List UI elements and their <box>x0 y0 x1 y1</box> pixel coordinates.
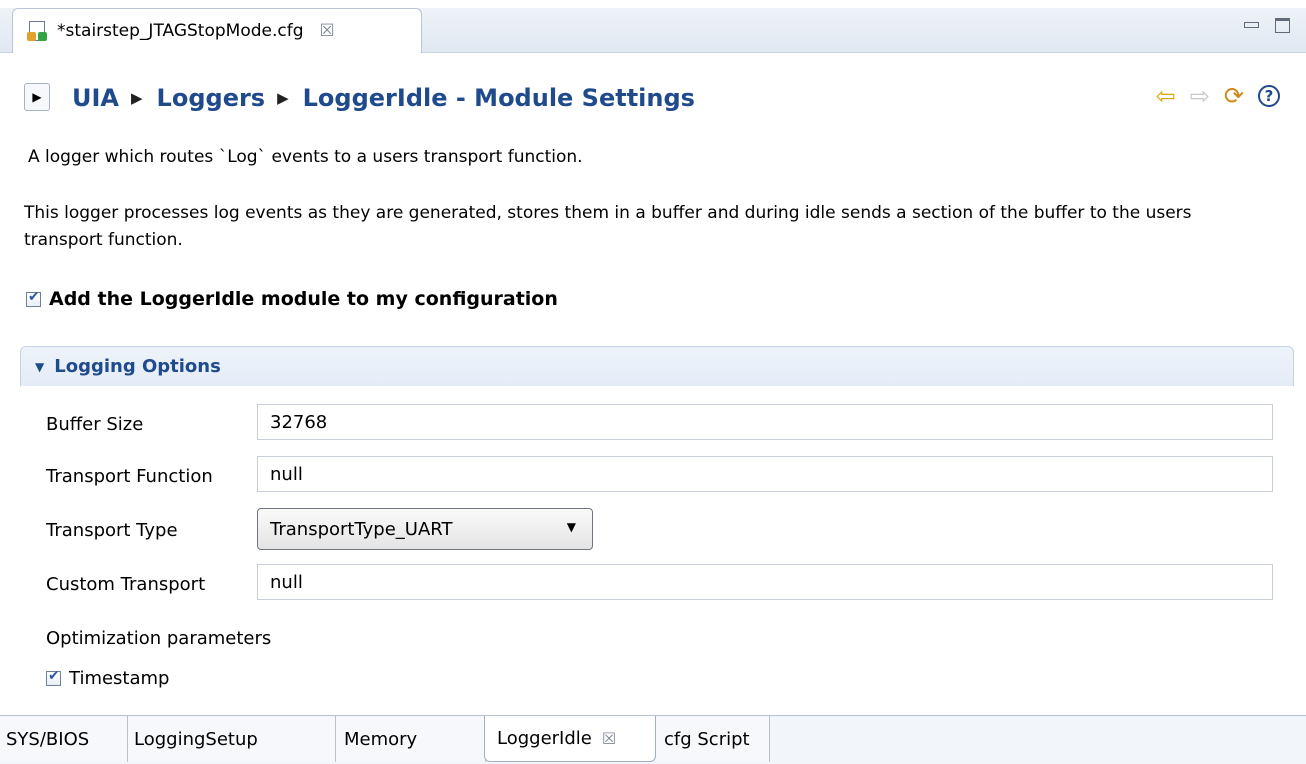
description-summary: A logger which routes `Log` events to a … <box>28 147 583 167</box>
transport-function-row: Transport Function <box>46 466 256 487</box>
enable-module-row[interactable]: Add the LoggerIdle module to my configur… <box>26 288 558 310</box>
enable-module-checkbox[interactable] <box>26 289 41 307</box>
minimize-icon[interactable] <box>1243 18 1259 34</box>
tab-logger-idle[interactable]: LoggerIdle ☒ <box>484 716 656 762</box>
breadcrumb-item-loggers[interactable]: Loggers <box>157 84 266 112</box>
tab-sys-bios[interactable]: SYS/BIOS <box>0 716 128 762</box>
tab-label: LoggingSetup <box>134 728 258 750</box>
maximize-icon[interactable] <box>1275 18 1290 33</box>
tab-memory[interactable]: Memory <box>336 716 486 762</box>
tab-label: Memory <box>344 728 418 750</box>
custom-transport-field[interactable]: null <box>257 564 1273 600</box>
transport-type-value: TransportType_UART <box>270 518 453 540</box>
section-title: Logging Options <box>54 356 221 377</box>
transport-function-field[interactable]: null <box>257 456 1273 492</box>
transport-function-label: Transport Function <box>46 466 213 487</box>
help-icon[interactable]: ? <box>1258 85 1280 107</box>
breadcrumb-separator-icon: ▶ <box>131 89 143 107</box>
logging-options-section: ▼ Logging Options Buffer Size 32768 Tran… <box>20 346 1294 716</box>
editor-tab-title: *stairstep_JTAGStopMode.cfg <box>57 21 304 41</box>
bottom-tab-bar: SYS/BIOS LoggingSetup Memory LoggerIdle … <box>0 715 1306 764</box>
timestamp-label: Timestamp <box>69 668 170 689</box>
forward-arrow-icon[interactable]: ⇨ <box>1190 80 1210 112</box>
optimization-parameters-label: Optimization parameters <box>46 628 272 649</box>
tab-label: cfg Script <box>664 728 750 750</box>
editor-tab-bar: *stairstep_JTAGStopMode.cfg ☒ <box>0 0 1306 76</box>
tab-logging-setup[interactable]: LoggingSetup <box>128 716 336 762</box>
back-arrow-icon[interactable]: ⇦ <box>1156 80 1176 112</box>
transport-type-select[interactable]: TransportType_UART ▼ <box>257 508 593 550</box>
timestamp-checkbox[interactable] <box>46 668 61 686</box>
timestamp-row[interactable]: Timestamp <box>46 668 169 689</box>
page-title: LoggerIdle - Module Settings <box>302 84 695 112</box>
refresh-icon[interactable]: ⟳ <box>1224 80 1244 112</box>
description-detail: This logger processes log events as they… <box>24 203 1192 250</box>
custom-transport-row: Custom Transport <box>46 574 256 595</box>
buffer-size-label: Buffer Size <box>46 414 144 435</box>
expand-collapse-icon[interactable]: ▼ <box>35 360 44 374</box>
breadcrumb: UIA ▶ Loggers ▶ LoggerIdle - Module Sett… <box>72 78 695 118</box>
enable-module-label: Add the LoggerIdle module to my configur… <box>49 288 558 310</box>
tab-label: SYS/BIOS <box>6 728 90 750</box>
buffer-size-field[interactable]: 32768 <box>257 404 1273 440</box>
breadcrumb-toggle-button[interactable]: ▶ <box>24 83 50 111</box>
nav-toolbar: ⇦ ⇨ ⟳ ? <box>1156 80 1280 112</box>
dropdown-arrow-icon: ▼ <box>566 520 576 534</box>
breadcrumb-separator-icon: ▶ <box>277 89 289 107</box>
custom-transport-label: Custom Transport <box>46 574 206 595</box>
breadcrumb-item-uia[interactable]: UIA <box>72 84 119 112</box>
transport-type-label: Transport Type <box>46 520 178 541</box>
editor-tab[interactable]: *stairstep_JTAGStopMode.cfg ☒ <box>12 8 422 53</box>
tab-cfg-script[interactable]: cfg Script <box>656 716 770 762</box>
logging-options-header[interactable]: ▼ Logging Options <box>20 346 1294 386</box>
buffer-size-row: Buffer Size <box>46 414 256 435</box>
cfg-file-icon <box>27 20 49 42</box>
tab-label: LoggerIdle <box>497 728 592 749</box>
transport-type-row: Transport Type <box>46 520 256 541</box>
close-icon[interactable]: ☒ <box>320 21 335 41</box>
window-controls <box>1243 18 1290 34</box>
page-header: ▶ UIA ▶ Loggers ▶ LoggerIdle - Module Se… <box>0 76 1306 122</box>
close-icon[interactable]: ☒ <box>602 729 616 748</box>
